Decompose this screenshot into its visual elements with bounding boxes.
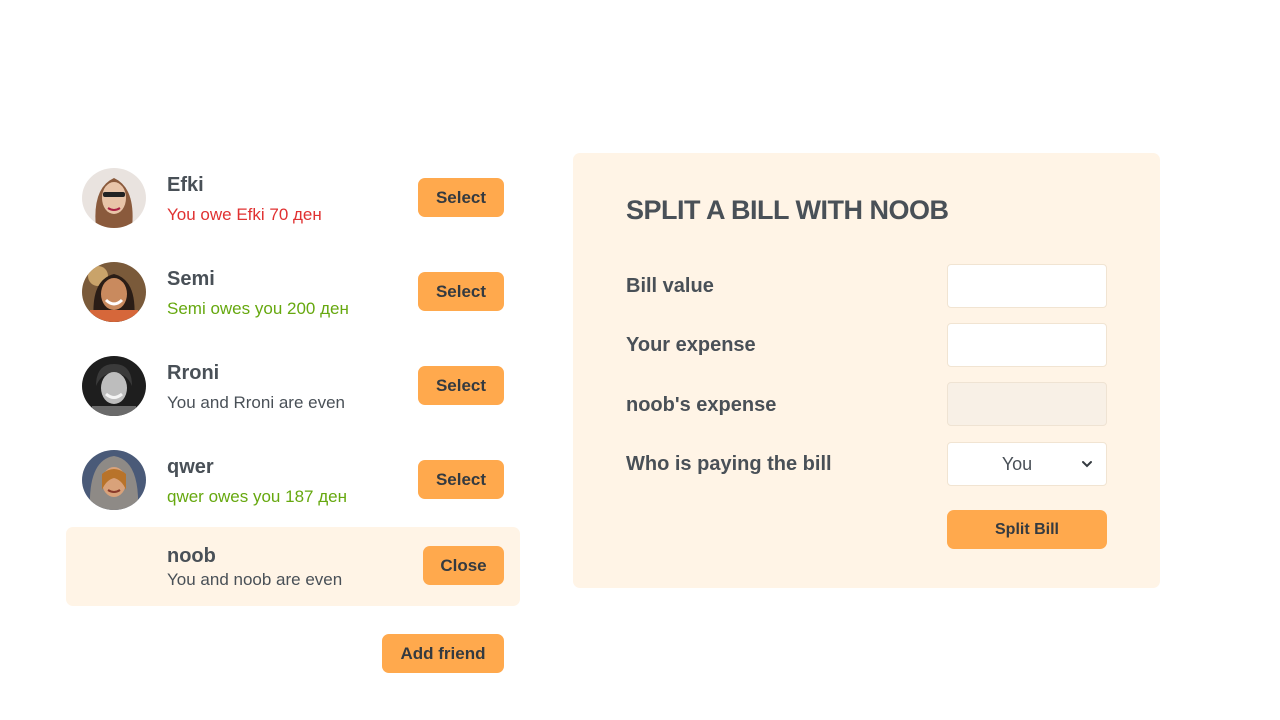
- bill-value-input[interactable]: [947, 264, 1107, 308]
- friend-balance-status: qwer owes you 187 ден: [167, 487, 347, 506]
- friend-item-noob: noob You and noob are even Close: [66, 527, 520, 606]
- friend-balance-status: You and noob are even: [167, 570, 343, 589]
- your-expense-label: Your expense: [626, 334, 756, 356]
- avatar-efki-image: [82, 168, 146, 228]
- select-friend-button[interactable]: Select: [418, 272, 504, 311]
- avatar: [82, 168, 146, 228]
- friend-name: Efki: [167, 174, 204, 196]
- friend-name: Rroni: [167, 362, 220, 384]
- chevron-down-icon: [1082, 461, 1092, 468]
- split-bill-button[interactable]: Split Bill: [947, 510, 1107, 549]
- friend-name: noob: [167, 545, 216, 567]
- friend-item-efki: Efki You owe Efki 70 ден Select: [66, 154, 520, 233]
- payer-select[interactable]: You: [947, 442, 1107, 486]
- avatar: [82, 356, 146, 416]
- avatar: [82, 450, 146, 510]
- friend-item-semi: Semi Semi owes you 200 ден Select: [66, 248, 520, 327]
- avatar-qwer-image: [82, 450, 146, 510]
- friend-name: Semi: [167, 268, 215, 290]
- split-bill-form: SPLIT A BILL WITH NOOB Bill value Your e…: [573, 153, 1160, 588]
- avatar-semi-image: [82, 262, 146, 322]
- friend-balance-status: You and Rroni are even: [167, 393, 346, 412]
- form-title: SPLIT A BILL WITH NOOB: [626, 195, 949, 225]
- friend-balance-status: Semi owes you 200 ден: [167, 299, 349, 318]
- payer-selected-value: You: [1001, 453, 1033, 474]
- select-friend-button[interactable]: Select: [418, 460, 504, 499]
- bill-value-label: Bill value: [626, 275, 714, 297]
- friend-item-qwer: qwer qwer owes you 187 ден Select: [66, 436, 520, 515]
- friend-item-rroni: Rroni You and Rroni are even Select: [66, 342, 520, 421]
- add-friend-button[interactable]: Add friend: [382, 634, 504, 673]
- close-friend-button[interactable]: Close: [423, 546, 504, 585]
- select-friend-button[interactable]: Select: [418, 178, 504, 217]
- friends-list: Efki You owe Efki 70 ден Select Semi Sem…: [66, 154, 520, 621]
- avatar: [82, 262, 146, 322]
- friend-expense-input: [947, 382, 1107, 426]
- friend-balance-status: You owe Efki 70 ден: [167, 205, 322, 224]
- payer-label: Who is paying the bill: [626, 453, 832, 475]
- friend-name: qwer: [167, 456, 214, 478]
- avatar-rroni-image: [82, 356, 146, 416]
- select-friend-button[interactable]: Select: [418, 366, 504, 405]
- friend-expense-label: noob's expense: [626, 394, 777, 416]
- your-expense-input[interactable]: [947, 323, 1107, 367]
